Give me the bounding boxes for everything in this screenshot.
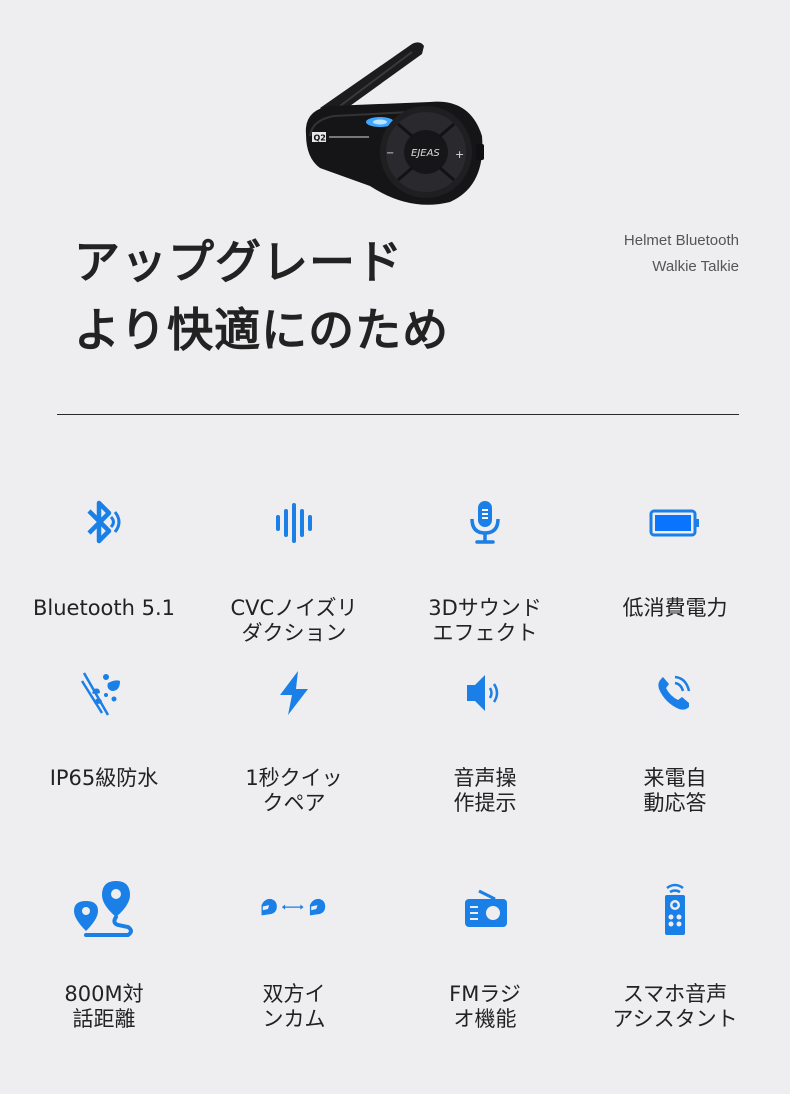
feature-label: CVCノイズリ ダクション bbox=[230, 596, 358, 645]
sound-wave-icon bbox=[259, 488, 329, 558]
feature-label: 800M対 話距離 bbox=[64, 982, 144, 1031]
route-distance-icon bbox=[69, 874, 139, 944]
product-image: Q2 EJEAS − + bbox=[300, 36, 500, 211]
feature-low-power: 低消費電力 bbox=[580, 488, 770, 621]
headline-line-2: より快適にのため bbox=[74, 303, 450, 357]
headline: アップグレード より快適にのため bbox=[74, 228, 449, 364]
feature-auto-answer: 来電自 動応答 bbox=[580, 658, 770, 816]
feature-label: 3Dサウンド エフェクト bbox=[428, 596, 542, 645]
svg-text:−: − bbox=[386, 148, 394, 159]
headline-line-1: アップグレード bbox=[74, 235, 403, 289]
speaker-icon bbox=[450, 658, 520, 728]
microphone-icon bbox=[450, 488, 520, 558]
feature-waterproof: IP65級防水 bbox=[9, 658, 199, 791]
feature-label: 双方イ ンカム bbox=[262, 982, 326, 1031]
remote-assistant-icon bbox=[640, 874, 710, 944]
battery-icon bbox=[640, 488, 710, 558]
feature-label: 1秒クイッ クペア bbox=[245, 766, 343, 815]
radio-icon bbox=[450, 874, 520, 944]
feature-label: Bluetooth 5.1 bbox=[32, 596, 176, 620]
feature-intercom: 双方イ ンカム bbox=[199, 874, 389, 1032]
feature-label: 来電自 動応答 bbox=[643, 766, 707, 815]
brand-logo: EJEAS bbox=[411, 148, 440, 159]
feature-label: 音声操 作提示 bbox=[453, 766, 517, 815]
svg-text:+: + bbox=[455, 148, 464, 161]
feature-label: スマホ音声 アシスタント bbox=[612, 982, 738, 1031]
feature-voice-prompt: 音声操 作提示 bbox=[390, 658, 580, 816]
feature-quick-pair: 1秒クイッ クペア bbox=[199, 658, 389, 816]
bluetooth-icon bbox=[69, 488, 139, 558]
feature-voice-assistant: スマホ音声 アシスタント bbox=[580, 874, 770, 1032]
feature-label: IP65級防水 bbox=[49, 766, 159, 790]
feature-talk-distance: 800M対 話距離 bbox=[9, 874, 199, 1032]
feature-3d-sound: 3Dサウンド エフェクト bbox=[390, 488, 580, 646]
model-badge: Q2 bbox=[314, 134, 326, 143]
feature-label: 低消費電力 bbox=[622, 596, 728, 620]
lightning-icon bbox=[259, 658, 329, 728]
subtitle: Helmet Bluetooth Walkie Talkie bbox=[624, 228, 739, 280]
waterproof-icon bbox=[69, 658, 139, 728]
subtitle-line-1: Helmet Bluetooth bbox=[623, 232, 739, 249]
phone-call-icon bbox=[640, 658, 710, 728]
feature-noise-reduction: CVCノイズリ ダクション bbox=[199, 488, 389, 646]
helmet-to-helmet-icon bbox=[259, 874, 329, 944]
feature-bluetooth: Bluetooth 5.1 bbox=[9, 488, 199, 621]
subtitle-line-2: Walkie Talkie bbox=[652, 258, 739, 275]
feature-fm-radio: FMラジ オ機能 bbox=[390, 874, 580, 1032]
divider bbox=[57, 414, 739, 415]
feature-label: FMラジ オ機能 bbox=[449, 982, 521, 1031]
